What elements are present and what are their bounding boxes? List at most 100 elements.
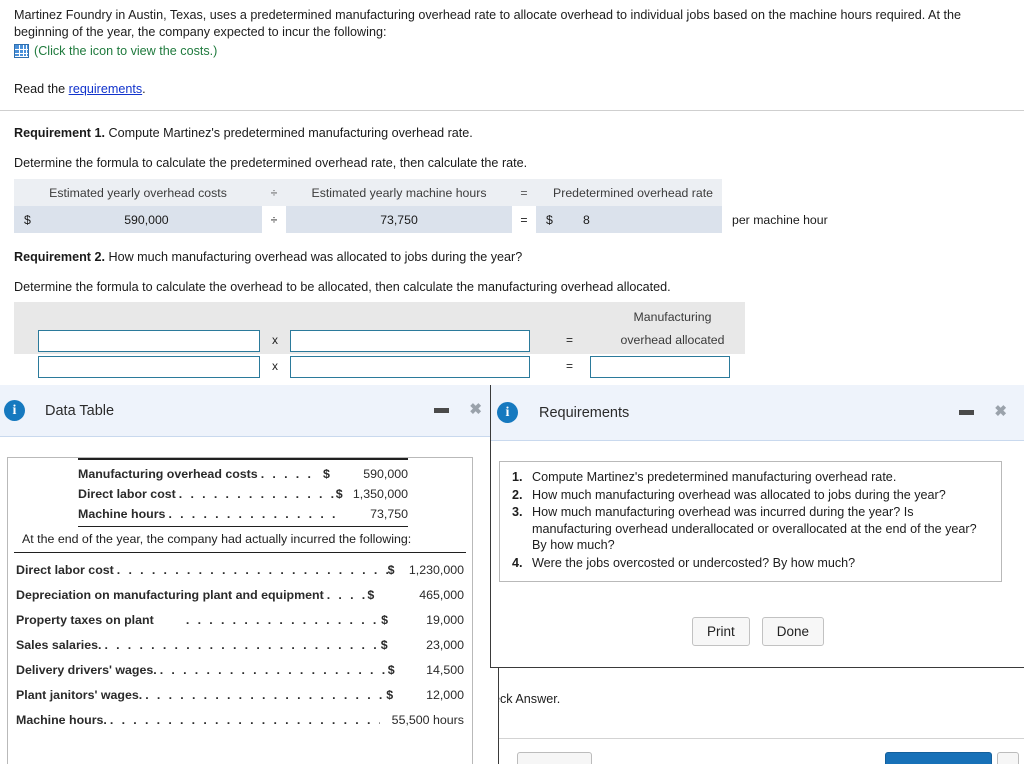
requirement1-text: Compute Martinez's predetermined manufac… [104, 126, 473, 140]
value-overhead-costs-cell: $ 590,000 [14, 206, 262, 233]
requirements-actions: Print Done [491, 617, 1024, 646]
formula-table-1: Estimated yearly overhead costs ÷ Estima… [14, 179, 828, 233]
requirement1-heading: Requirement 1. Compute Martinez's predet… [14, 126, 473, 140]
leader-dots: . . . . . . . . . . . . . . . . . . . . … [116, 562, 388, 577]
header-estimated-overhead-costs: Estimated yearly overhead costs [14, 179, 262, 206]
item-text: How much manufacturing overhead was incu… [532, 505, 977, 552]
requirements-title: Requirements [539, 404, 630, 421]
list-item: 4. Were the jobs overcosted or undercost… [510, 555, 991, 572]
row-label: Delivery drivers' wages. [16, 662, 157, 677]
row-amount: 23,000 [426, 637, 464, 652]
requirement1-formula-table: Estimated yearly overhead costs ÷ Estima… [14, 179, 828, 233]
minimize-icon[interactable] [959, 410, 975, 415]
req2-row2-result-field[interactable] [590, 356, 730, 378]
row-currency: $ [380, 637, 388, 652]
currency-symbol-costs: $ [24, 212, 31, 227]
requirements-list: 1. Compute Martinez's predetermined manu… [510, 469, 991, 571]
row-currency: $ [335, 487, 343, 501]
table-row: Direct labor cost . . . . . . . . . . . … [78, 484, 408, 504]
header-divide-operator: ÷ [262, 179, 286, 206]
table-row: Machine hours. . . . . . . . . . . . . .… [16, 707, 464, 732]
header-predetermined-rate: Predetermined overhead rate [536, 179, 722, 206]
item-text: How much manufacturing overhead was allo… [532, 487, 946, 502]
row-label: Plant janitors' wages. [16, 687, 143, 702]
req2-row1-field2[interactable] [290, 330, 530, 352]
footer-divider [478, 738, 1024, 739]
req2-row1-field1[interactable] [38, 330, 260, 352]
table-row: Delivery drivers' wages. . . . . . . . .… [16, 657, 464, 682]
print-button[interactable]: Print [691, 617, 750, 646]
requirements-titlebar: i Requirements ✖ [491, 385, 1024, 441]
leader-dots: . . . . . [260, 467, 314, 481]
row-label: Manufacturing overhead costs [78, 467, 258, 481]
value-rate-cell: $ 8 [536, 206, 722, 233]
row-amount: 1,350,000 [352, 487, 408, 501]
requirement1-label: Requirement 1. [14, 126, 105, 140]
table-grid-icon[interactable] [14, 44, 29, 58]
view-costs-link[interactable]: (Click the icon to view the costs.) [34, 44, 217, 58]
table-row: Manufacturing overhead costs . . . . . $… [78, 464, 408, 484]
footer-secondary-button[interactable] [517, 752, 592, 764]
table-row: Machine hours . . . . . . . . . . . . . … [78, 504, 408, 524]
data-table-body: Manufacturing overhead costs . . . . . $… [0, 437, 498, 764]
close-icon[interactable]: ✖ [994, 405, 1007, 420]
row-label: Depreciation on manufacturing plant and … [16, 587, 324, 602]
item-number: 4. [512, 555, 523, 570]
footer-extra-button[interactable] [997, 752, 1019, 764]
currency-symbol-rate: $ [546, 212, 553, 227]
value-machine-hours: 73,750 [286, 206, 512, 233]
value-overhead-costs: 590,000 [124, 212, 169, 227]
requirements-card: 1. Compute Martinez's predetermined manu… [499, 461, 1002, 582]
req2-row2-equals-operator: = [566, 359, 574, 373]
requirements-window-controls: ✖ [959, 405, 1007, 420]
item-number: 2. [512, 487, 523, 502]
row-amount: 14,500 [426, 662, 464, 677]
item-number: 3. [512, 505, 523, 519]
row-amount: 55,500 hours [391, 712, 465, 727]
done-button[interactable]: Done [761, 617, 825, 646]
requirements-link[interactable]: requirements [69, 82, 143, 96]
info-icon: i [4, 400, 25, 421]
row-amount: 465,000 [419, 587, 464, 602]
read-requirements-line: Read the requirements. [14, 82, 146, 96]
minimize-icon[interactable] [434, 408, 450, 413]
req2-row2-field2[interactable] [290, 356, 530, 378]
row-amount: 1,230,000 [408, 562, 464, 577]
header-spacer [722, 179, 828, 206]
result-label-line1: Manufacturing [633, 310, 712, 324]
row-currency: $ [387, 562, 395, 577]
read-prefix: Read the [14, 82, 69, 96]
leader-dots: . . . . . . . . . . . . . . . . . . . . … [145, 687, 386, 702]
item-number: 1. [512, 470, 523, 484]
header-estimated-machine-hours: Estimated yearly machine hours [286, 179, 512, 206]
leader-dots: . . . . . . . . . . . . . . . . . . . . … [159, 662, 388, 677]
row-amount: 590,000 [363, 467, 408, 481]
req2-row2-field1[interactable] [38, 356, 260, 378]
info-icon: i [497, 402, 518, 423]
row-amount: 19,000 [426, 612, 464, 627]
row-currency: $ [381, 612, 389, 627]
screen-root: Martinez Foundry in Austin, Texas, uses … [0, 0, 1024, 764]
row-currency: $ [367, 587, 375, 602]
leader-dots: . . . . . . . . . . . . . . . . . . . . … [185, 612, 381, 627]
leader-dots: . . . . . . . . . . . . . . . . . . . . … [104, 637, 380, 652]
table-row: Sales salaries. . . . . . . . . . . . . … [16, 632, 464, 657]
data-table-dialog: i Data Table ✖ Manufacturing overhead co… [0, 385, 499, 764]
divider-top [0, 110, 1024, 111]
requirement2-subtext: Determine the formula to calculate the o… [14, 280, 671, 294]
item-text: Were the jobs overcosted or undercosted?… [532, 555, 856, 570]
row-label: Property taxes on plant [16, 612, 154, 627]
table-row: Plant janitors' wages. . . . . . . . . .… [16, 682, 464, 707]
table-row: Depreciation on manufacturing plant and … [16, 582, 464, 607]
row-amount: 12,000 [426, 687, 464, 702]
row-currency: $ [387, 662, 395, 677]
data-table-titlebar: i Data Table ✖ [0, 385, 498, 437]
formula-header-row: Estimated yearly overhead costs ÷ Estima… [14, 179, 828, 206]
data-table-title: Data Table [45, 402, 115, 419]
row-label: Direct labor cost [16, 562, 114, 577]
req2-row1-equals-operator: = [566, 333, 574, 347]
close-icon[interactable]: ✖ [469, 403, 482, 418]
list-item: 2. How much manufacturing overhead was a… [510, 487, 991, 504]
footer-primary-button[interactable] [885, 752, 992, 764]
requirements-body: 1. Compute Martinez's predetermined manu… [491, 441, 1024, 667]
